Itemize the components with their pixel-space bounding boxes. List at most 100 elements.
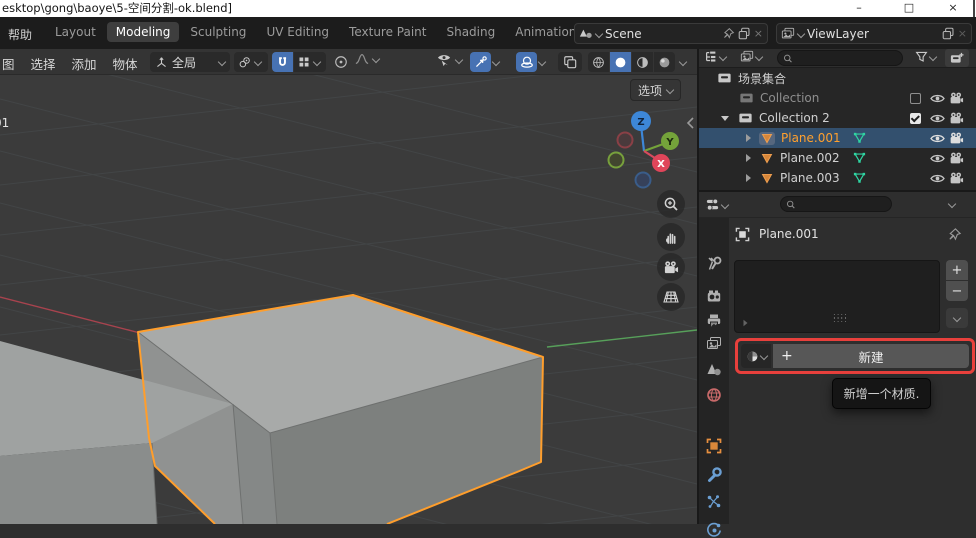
outliner-row-scene-collection[interactable]: 场景集合 — [699, 68, 976, 88]
pin-icon[interactable] — [947, 227, 962, 242]
close-button[interactable]: × — [940, 0, 966, 17]
resize-grip[interactable]: :::::::: — [833, 314, 848, 322]
proportional-editing-toggle[interactable] — [330, 52, 351, 72]
menu-add[interactable]: 添加 — [72, 54, 97, 73]
sidebar-toggle-arrow[interactable] — [686, 117, 695, 129]
eye-icon[interactable] — [930, 172, 945, 185]
overlays-group — [516, 52, 545, 72]
falloff-dropdown[interactable] — [354, 52, 379, 66]
properties-search-input[interactable] — [800, 198, 886, 210]
show-gizmo-toggle[interactable] — [470, 52, 491, 72]
exclude-checkbox[interactable] — [910, 113, 921, 124]
camera-view-button[interactable] — [657, 253, 685, 281]
breadcrumb-object-name[interactable]: Plane.001 — [759, 227, 819, 241]
pan-hand-button[interactable] — [657, 223, 685, 251]
maximize-button[interactable]: □ — [896, 0, 922, 17]
camera-restrict-icon[interactable] — [949, 91, 964, 105]
shading-solid-button[interactable] — [610, 52, 631, 72]
tab-view-layer-icon[interactable] — [706, 336, 722, 352]
editor-type-dropdown[interactable] — [705, 197, 728, 212]
outliner-row-plane-001[interactable]: Plane.001 — [699, 128, 976, 148]
tab-scene-icon[interactable] — [706, 362, 722, 378]
new-material-button[interactable]: + 新建 — [773, 344, 969, 368]
display-mode-dropdown[interactable] — [740, 50, 762, 64]
outliner-row-plane-003[interactable]: Plane.003 — [699, 168, 976, 188]
tab-render-icon[interactable] — [706, 288, 722, 304]
tab-particles-icon[interactable] — [706, 494, 722, 510]
zoom-button[interactable] — [657, 190, 685, 218]
mesh-data-icon — [852, 171, 867, 185]
remove-slot-button[interactable]: − — [946, 281, 968, 301]
chevron-down-icon[interactable] — [538, 58, 546, 66]
exclude-checkbox[interactable] — [910, 93, 921, 104]
tab-texture-paint[interactable]: Texture Paint — [340, 22, 435, 42]
chevron-down-icon[interactable] — [679, 58, 687, 66]
expand-arrow-icon[interactable] — [746, 134, 751, 142]
outliner-search[interactable] — [777, 50, 903, 66]
material-slot-list[interactable]: :::::::: — [734, 260, 940, 333]
pin-icon[interactable] — [722, 27, 735, 40]
pivot-point-dropdown[interactable] — [234, 52, 268, 72]
add-slot-button[interactable]: + — [946, 260, 968, 280]
shading-rendered-button[interactable] — [654, 52, 675, 72]
properties-search[interactable] — [780, 196, 892, 212]
unlink-icon[interactable]: × — [754, 27, 763, 40]
snap-settings-dropdown[interactable] — [294, 52, 326, 72]
camera-restrict-icon[interactable] — [949, 171, 964, 185]
eye-icon[interactable] — [930, 152, 945, 165]
tab-uv-editing[interactable]: UV Editing — [257, 22, 338, 42]
show-overlays-toggle[interactable] — [516, 52, 537, 72]
xray-toggle[interactable] — [558, 52, 582, 72]
copy-icon[interactable] — [738, 27, 751, 40]
tab-tool-icon[interactable] — [706, 256, 722, 272]
remove-icon[interactable]: × — [958, 27, 967, 40]
eye-icon[interactable] — [930, 132, 945, 145]
tab-sculpting[interactable]: Sculpting — [181, 22, 255, 42]
chevron-down-icon[interactable] — [492, 58, 500, 66]
expand-arrow-icon[interactable] — [746, 174, 751, 182]
outliner-row-plane-002[interactable]: Plane.002 — [699, 148, 976, 168]
shading-wireframe-button[interactable] — [588, 52, 609, 72]
menu-object[interactable]: 物体 — [113, 54, 138, 73]
outliner-row-collection-2[interactable]: Collection 2 — [699, 108, 976, 128]
expand-arrow-icon[interactable] — [721, 116, 729, 121]
menu-view[interactable]: 图 — [2, 54, 15, 73]
snap-toggle[interactable] — [272, 52, 293, 72]
camera-restrict-icon[interactable] — [949, 151, 964, 165]
camera-restrict-icon[interactable] — [949, 131, 964, 145]
expand-arrow-icon[interactable] — [746, 154, 751, 162]
scene-selector[interactable]: Scene × — [574, 23, 768, 44]
filter-dropdown[interactable] — [915, 50, 936, 63]
viewport-3d[interactable]: Z Y X 01 选项 — [0, 75, 697, 524]
tab-modeling[interactable]: Modeling — [107, 22, 180, 42]
eye-icon[interactable] — [930, 112, 945, 125]
outliner-row-collection[interactable]: Collection — [699, 88, 976, 108]
tab-modifiers-icon[interactable] — [706, 467, 722, 483]
tab-output-icon[interactable] — [706, 313, 722, 329]
menu-select[interactable]: 选择 — [31, 54, 56, 73]
tab-layout[interactable]: Layout — [46, 22, 105, 42]
expand-arrow-icon[interactable] — [744, 320, 748, 326]
new-collection-button[interactable] — [945, 49, 969, 67]
chevron-down-icon[interactable] — [948, 200, 956, 208]
tab-object-icon[interactable] — [706, 438, 722, 454]
editor-type-dropdown[interactable] — [704, 50, 726, 64]
tab-physics-icon[interactable] — [706, 522, 722, 538]
camera-restrict-icon[interactable] — [949, 111, 964, 125]
view-layer-selector[interactable]: ViewLayer × — [776, 23, 972, 44]
tab-world-icon[interactable] — [706, 387, 722, 403]
menu-help[interactable]: 帮助 — [8, 26, 32, 43]
perspective-toggle-button[interactable] — [657, 283, 685, 311]
copy-icon[interactable] — [942, 27, 955, 40]
transform-orientation-dropdown[interactable]: 全局 — [150, 52, 230, 72]
navigation-gizmo[interactable]: Z Y X — [609, 111, 680, 188]
outliner-search-input[interactable] — [797, 52, 897, 64]
eye-icon[interactable] — [930, 92, 945, 105]
slot-specials-button[interactable] — [946, 308, 968, 328]
tab-shading[interactable]: Shading — [437, 22, 504, 42]
options-dropdown[interactable]: 选项 — [630, 79, 681, 101]
minimize-button[interactable]: – — [846, 0, 872, 17]
shading-material-button[interactable] — [632, 52, 653, 72]
object-visibility-dropdown[interactable] — [436, 52, 462, 67]
browse-material-dropdown[interactable] — [741, 344, 771, 368]
